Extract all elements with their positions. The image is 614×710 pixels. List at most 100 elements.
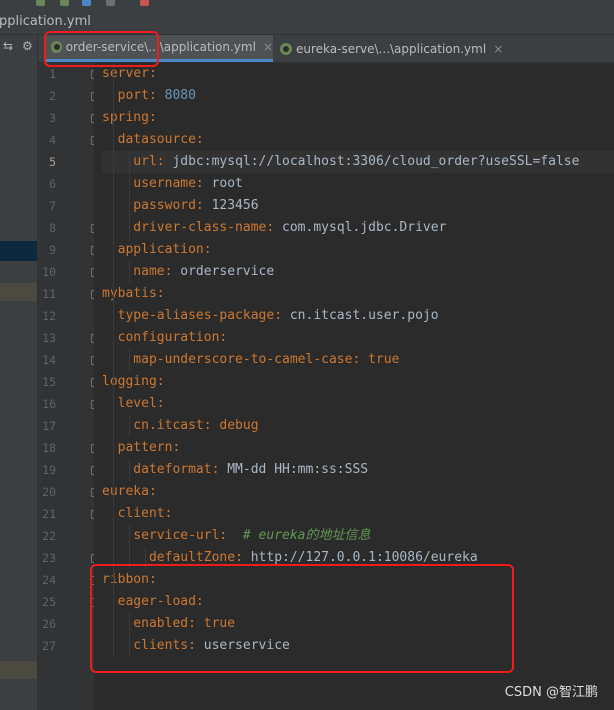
code-token: 8080 bbox=[164, 88, 196, 103]
close-project-icon[interactable] bbox=[140, 0, 149, 6]
line-number[interactable]: 18 bbox=[38, 437, 56, 459]
selected-file-row[interactable] bbox=[0, 241, 37, 261]
tab-label: eureka-serve\...\application.yml bbox=[296, 41, 487, 56]
line-number[interactable]: 2 bbox=[38, 85, 56, 107]
close-icon[interactable]: × bbox=[263, 40, 273, 54]
code-token: name bbox=[102, 264, 165, 279]
line-number[interactable]: 3 bbox=[38, 107, 56, 129]
code-token: port bbox=[102, 88, 149, 103]
code-token: jdbc:mysql://localhost:3306/cloud_order?… bbox=[172, 154, 580, 169]
line-number[interactable]: 10 bbox=[38, 261, 56, 283]
code-token: logging bbox=[102, 374, 157, 389]
line-number[interactable]: 7 bbox=[38, 195, 56, 217]
close-icon[interactable]: × bbox=[493, 42, 503, 56]
indent-guide bbox=[113, 305, 114, 371]
indent-guide bbox=[113, 63, 114, 129]
code-token: true bbox=[368, 352, 400, 367]
highlighted-file-row[interactable] bbox=[0, 283, 37, 301]
code-line[interactable]: configuration: bbox=[102, 327, 228, 349]
spring-yaml-icon bbox=[280, 42, 292, 55]
line-number[interactable]: 16 bbox=[38, 393, 56, 415]
code-line[interactable]: mybatis: bbox=[102, 283, 165, 305]
line-number[interactable]: 20 bbox=[38, 481, 56, 503]
code-line[interactable]: port: 8080 bbox=[102, 85, 196, 107]
code-token: username bbox=[102, 176, 196, 191]
file-name: pplication.yml bbox=[0, 14, 91, 29]
collapse-icon[interactable]: ⇆ bbox=[3, 39, 13, 53]
run-icon[interactable] bbox=[36, 0, 45, 6]
line-number[interactable]: 11 bbox=[38, 283, 56, 305]
indent-guide bbox=[113, 393, 114, 481]
line-number-gutter[interactable]: 1 2 3 4 5 6 7 8 9 10 11 12 13 14 15 16 17 18 19 20 21 22 23 24 2… bbox=[38, 63, 99, 710]
gear-icon[interactable]: ⚙ bbox=[22, 39, 33, 53]
code-token: level bbox=[102, 396, 157, 411]
highlighted-file-row[interactable] bbox=[0, 661, 37, 679]
code-line[interactable]: datasource: bbox=[102, 129, 204, 151]
code-line[interactable]: level: bbox=[102, 393, 165, 415]
tab-eureka-server-application-yml[interactable]: eureka-serve\...\application.yml × bbox=[274, 35, 504, 62]
code-line[interactable]: dateformat: MM-dd HH:mm:ss:SSS bbox=[102, 459, 368, 481]
line-number[interactable]: 21 bbox=[38, 503, 56, 525]
code-token: debug bbox=[219, 418, 259, 433]
indent-guide bbox=[129, 349, 130, 371]
line-number[interactable]: 6 bbox=[38, 173, 56, 195]
line-number[interactable]: 13 bbox=[38, 327, 56, 349]
code-token: dateformat bbox=[102, 462, 212, 477]
indent-guide bbox=[113, 503, 114, 569]
indent-guide bbox=[129, 459, 130, 481]
code-token: : bbox=[148, 484, 157, 499]
line-number[interactable]: 15 bbox=[38, 371, 56, 393]
build-icon[interactable] bbox=[82, 0, 91, 6]
code-token: service-url bbox=[102, 528, 220, 543]
code-token: server bbox=[102, 66, 149, 81]
code-token: : bbox=[266, 220, 283, 235]
line-number[interactable]: 17 bbox=[38, 415, 56, 437]
code-token: password bbox=[102, 198, 196, 213]
code-token: orderservice bbox=[180, 264, 275, 279]
line-number[interactable]: 24 bbox=[38, 569, 56, 591]
line-number[interactable]: 27 bbox=[38, 635, 56, 657]
code-token: com.mysql.jdbc.Driver bbox=[282, 220, 447, 235]
line-number[interactable]: 5 bbox=[38, 151, 56, 173]
line-number[interactable]: 4 bbox=[38, 129, 56, 151]
code-token: : bbox=[352, 352, 369, 367]
code-line[interactable]: url: jdbc:mysql://localhost:3306/cloud_o… bbox=[102, 151, 614, 173]
title-bar: pplication.yml bbox=[0, 0, 614, 35]
code-line[interactable]: application: bbox=[102, 239, 212, 261]
code-line[interactable]: cn.itcast: debug bbox=[102, 415, 259, 437]
code-token: cn.itcast.user.pojo bbox=[289, 308, 439, 323]
line-number[interactable]: 12 bbox=[38, 305, 56, 327]
code-token: : bbox=[195, 198, 212, 213]
line-number[interactable]: 19 bbox=[38, 459, 56, 481]
code-token: : bbox=[148, 88, 165, 103]
code-token: : bbox=[203, 418, 220, 433]
code-token: : bbox=[203, 242, 212, 257]
debug-icon[interactable] bbox=[60, 0, 69, 6]
code-token: : bbox=[235, 550, 251, 565]
line-number[interactable]: 25 bbox=[38, 591, 56, 613]
code-line[interactable]: name: orderservice bbox=[102, 261, 274, 283]
code-line[interactable]: username: root bbox=[102, 173, 243, 195]
line-number[interactable]: 22 bbox=[38, 525, 56, 547]
line-number[interactable]: 8 bbox=[38, 217, 56, 239]
code-line[interactable]: service-url: # eureka的地址信息 bbox=[102, 525, 371, 547]
code-token: : bbox=[172, 440, 181, 455]
code-token: : bbox=[156, 286, 165, 301]
line-number[interactable]: 26 bbox=[38, 613, 56, 635]
code-token: root bbox=[211, 176, 243, 191]
toolbar-icons bbox=[0, 0, 160, 8]
code-line[interactable]: password: 123456 bbox=[102, 195, 258, 217]
code-line[interactable]: map-underscore-to-camel-case: true bbox=[102, 349, 399, 371]
line-number[interactable]: 9 bbox=[38, 239, 56, 261]
code-line[interactable]: driver-class-name: com.mysql.jdbc.Driver bbox=[102, 217, 446, 239]
code-token: # eureka的地址信息 bbox=[242, 528, 371, 543]
code-token: : bbox=[195, 176, 212, 191]
indent-guide bbox=[129, 525, 130, 569]
code-line[interactable]: type-aliases-package: cn.itcast.user.poj… bbox=[102, 305, 439, 327]
stop-icon[interactable] bbox=[106, 0, 115, 6]
code-line[interactable]: spring: bbox=[102, 107, 157, 129]
code-line[interactable]: logging: bbox=[102, 371, 165, 393]
line-number[interactable]: 23 bbox=[38, 547, 56, 569]
code-line[interactable]: eureka: bbox=[102, 481, 157, 503]
line-number[interactable]: 14 bbox=[38, 349, 56, 371]
